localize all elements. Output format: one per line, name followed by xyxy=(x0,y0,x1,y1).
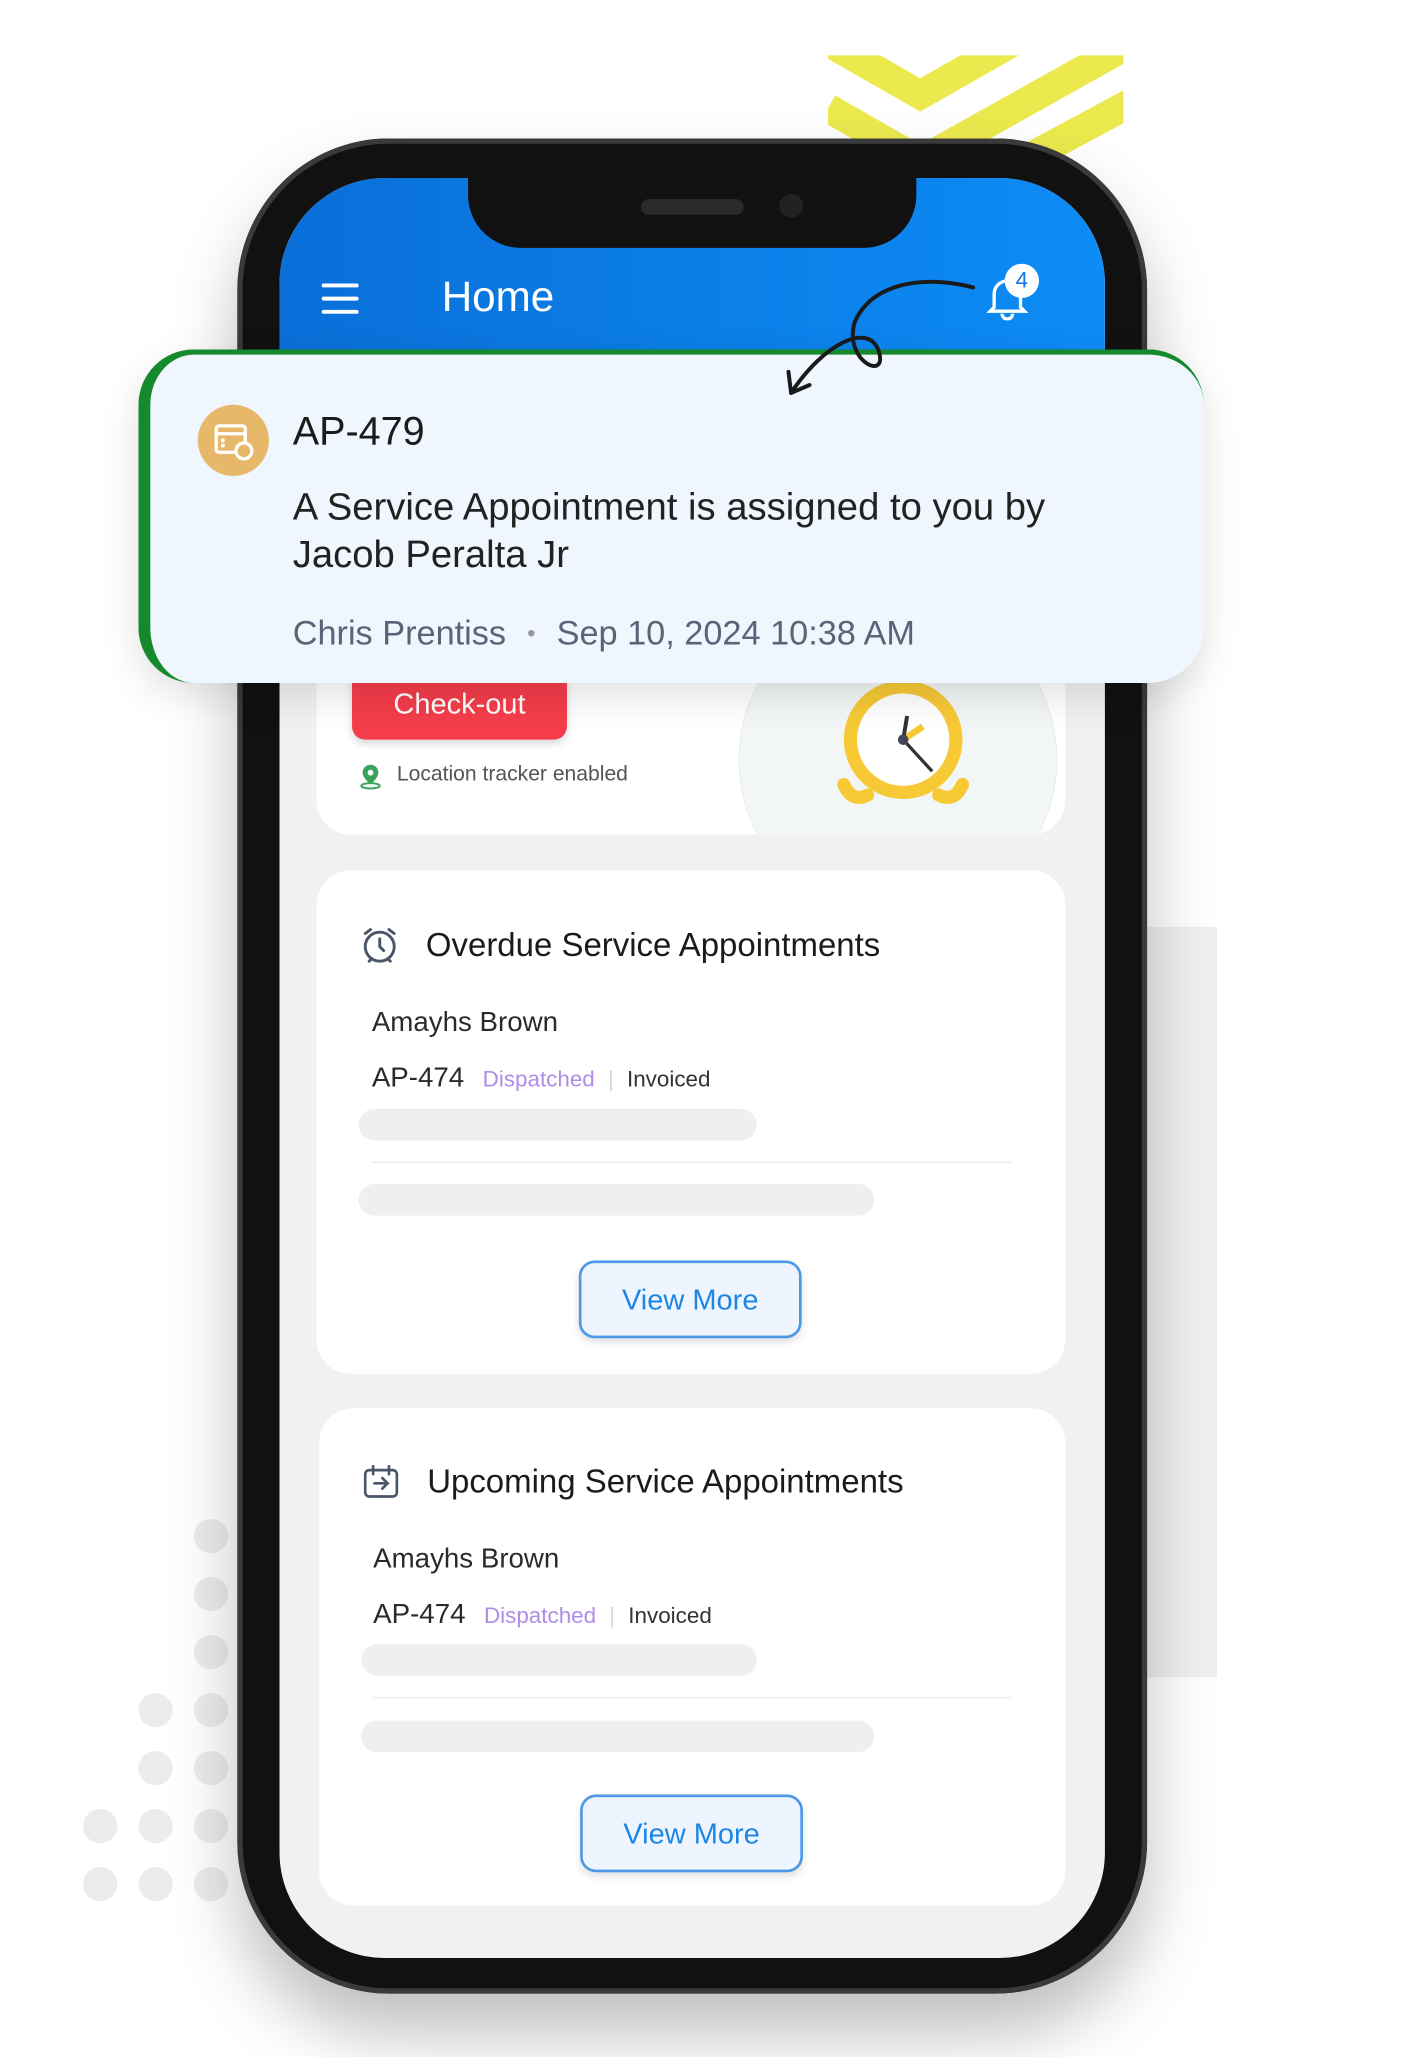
dot xyxy=(193,1750,229,1786)
notification-timestamp: Sep 10, 2024 10:38 AM xyxy=(556,613,915,653)
notification-message-line2: Jacob Peralta Jr xyxy=(292,533,569,577)
upcoming-card: Upcoming Service Appointments Amayhs Bro… xyxy=(319,1408,1066,1906)
notification-message: A Service Appointment is assigned to you… xyxy=(292,486,1046,529)
dot xyxy=(193,1518,229,1554)
skeleton-bar xyxy=(358,1184,875,1216)
separator: • xyxy=(527,619,536,647)
notification-title: AP-479 xyxy=(292,410,425,454)
divider: | xyxy=(607,1066,614,1092)
divider: | xyxy=(609,1603,616,1629)
view-more-button[interactable]: View More xyxy=(580,1794,803,1873)
dot xyxy=(193,1692,229,1728)
notification-meta: Chris Prentiss • Sep 10, 2024 10:38 AM xyxy=(293,613,915,654)
dot xyxy=(83,1866,118,1902)
dot xyxy=(138,1808,173,1844)
location-pin-icon xyxy=(360,764,381,790)
appointment-code[interactable]: AP-474 xyxy=(372,1063,464,1095)
location-status: Location tracker enabled xyxy=(396,763,628,786)
divider-line xyxy=(373,1696,1012,1699)
notification-author: Chris Prentiss xyxy=(292,613,507,653)
appointment-code[interactable]: AP-474 xyxy=(373,1599,465,1631)
billing-status: Invoiced xyxy=(628,1603,712,1629)
dot xyxy=(193,1808,229,1844)
view-more-button[interactable]: View More xyxy=(578,1260,802,1339)
dot xyxy=(83,1808,118,1844)
customer-name[interactable]: Amayhs Brown xyxy=(373,1544,559,1576)
dot xyxy=(138,1692,173,1728)
skeleton-bar xyxy=(361,1644,757,1676)
overdue-card: Overdue Service Appointments Amayhs Brow… xyxy=(316,870,1066,1374)
section-title: Overdue Service Appointments xyxy=(425,926,881,964)
notification-card[interactable]: AP-479 A Service Appointment is assigned… xyxy=(138,349,1204,683)
dot xyxy=(193,1634,229,1670)
dot xyxy=(193,1866,229,1902)
dot xyxy=(193,1576,229,1612)
customer-name[interactable]: Amayhs Brown xyxy=(372,1007,558,1039)
status-badge: Dispatched xyxy=(483,1603,597,1629)
section-title: Upcoming Service Appointments xyxy=(427,1463,904,1501)
alarm-clock-icon xyxy=(837,680,970,804)
skeleton-bar xyxy=(361,1720,875,1753)
notification-badge: 4 xyxy=(1004,263,1039,298)
curved-arrow-decoration xyxy=(786,279,976,395)
skeleton-bar xyxy=(358,1108,757,1141)
status-badge: Dispatched xyxy=(482,1066,595,1092)
dot xyxy=(138,1866,173,1902)
grey-block-decoration xyxy=(1144,926,1217,1678)
notch xyxy=(468,177,917,248)
calendar-gear-icon xyxy=(197,404,269,476)
billing-status: Invoiced xyxy=(626,1066,711,1092)
calendar-arrow-icon xyxy=(363,1464,399,1498)
appointment-row: AP-474 Dispatched | Invoiced xyxy=(373,1599,712,1631)
alarm-icon xyxy=(363,928,396,963)
stage: Home 4 Check-out Location tracker enable… xyxy=(0,0,1424,2057)
divider-line xyxy=(371,1161,1012,1163)
dot xyxy=(138,1750,173,1786)
appointment-row: AP-474 Dispatched | Invoiced xyxy=(372,1063,711,1095)
hamburger-icon[interactable] xyxy=(321,283,359,314)
page-title: Home xyxy=(441,272,555,321)
